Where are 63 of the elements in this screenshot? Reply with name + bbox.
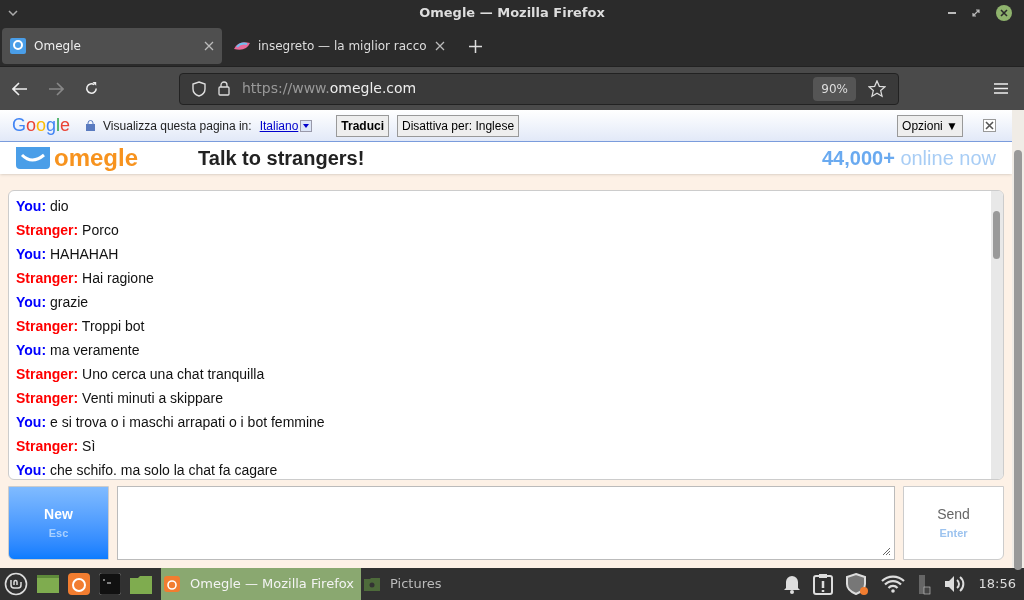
mint-menu-icon[interactable] — [4, 572, 28, 596]
terminal-icon[interactable] — [99, 573, 121, 595]
lock-icon — [86, 120, 96, 131]
desktop-icon[interactable] — [37, 574, 59, 594]
reload-icon[interactable] — [84, 81, 99, 96]
omegle-logo-text: omegle — [54, 146, 139, 170]
clock: 18:56 — [978, 575, 1016, 594]
close-tab-icon[interactable] — [204, 41, 214, 51]
firefox-icon[interactable] — [68, 573, 90, 595]
chat-message: Stranger: Venti minuti a skippare — [16, 389, 224, 408]
chat-message: Stranger: Porco — [16, 221, 120, 240]
close-icon[interactable] — [983, 119, 996, 132]
new-tab-icon[interactable] — [468, 39, 482, 53]
zoom-level-button[interactable]: 90% — [813, 76, 856, 101]
clipboard-alert-icon[interactable] — [812, 573, 833, 595]
bell-icon[interactable] — [782, 574, 801, 594]
close-icon[interactable] — [996, 5, 1012, 21]
menu-chevron-icon[interactable] — [8, 10, 18, 16]
wifi-icon[interactable] — [880, 575, 905, 593]
firefox-icon — [164, 576, 180, 592]
address-bar[interactable]: https://www.omegle.com 90% — [179, 72, 899, 105]
back-icon[interactable] — [12, 81, 28, 96]
lock-icon[interactable] — [218, 81, 230, 96]
disable-translate-button[interactable]: Disattiva per: Inglese — [397, 114, 520, 137]
browser-tab[interactable]: insegreto — la miglior racco — [226, 28, 453, 64]
bookmark-star-icon[interactable] — [868, 79, 886, 98]
google-logo: Google — [12, 114, 71, 137]
browser-tab[interactable]: Omegle — [2, 28, 222, 64]
send-button[interactable]: Send Enter — [903, 486, 1004, 560]
taskbar-window-button[interactable]: Pictures — [361, 568, 521, 600]
translate-button[interactable]: Traduci — [336, 114, 389, 137]
page-scrollbar[interactable] — [1012, 110, 1024, 568]
shield-icon[interactable] — [192, 80, 206, 97]
chat-message: You: HAHAHAH — [16, 245, 120, 264]
chat-message: You: e si trova o i maschi arrapati o i bot femmine — [16, 413, 326, 432]
dropdown-icon[interactable] — [300, 119, 313, 132]
shield-icon[interactable] — [844, 572, 869, 596]
options-button[interactable]: Opzioni ▼ — [897, 114, 963, 137]
omegle-logo-icon — [16, 147, 50, 169]
message-input[interactable] — [117, 486, 895, 560]
url-text: https://www.omegle.com — [242, 79, 417, 98]
window-title: Omegle — Mozilla Firefox — [419, 4, 605, 23]
scrollbar[interactable] — [991, 191, 1003, 479]
folder-icon[interactable] — [130, 574, 152, 594]
menu-icon[interactable] — [994, 83, 1008, 94]
chat-message: You: grazie — [16, 293, 90, 312]
chat-message: Stranger: Hai ragione — [16, 269, 155, 288]
chat-message: Stranger: Uno cerca una chat tranquilla — [16, 365, 266, 384]
tagline: Talk to strangers! — [198, 146, 365, 171]
resize-grip-icon[interactable] — [882, 547, 891, 556]
language-link[interactable]: Italiano — [259, 116, 299, 135]
online-count: 44,000+ online now — [821, 148, 996, 168]
chat-message: You: ma veramente — [16, 341, 141, 360]
translate-prompt: Visualizza questa pagina in: — [103, 117, 252, 135]
restore-icon[interactable] — [972, 9, 980, 17]
forward-icon[interactable] — [48, 81, 64, 96]
chat-message: Stranger: Troppi bot — [16, 317, 146, 336]
close-tab-icon[interactable] — [434, 41, 445, 51]
volume-icon[interactable] — [942, 574, 967, 594]
chat-message: You: che schifo. ma solo la chat fa cagare — [16, 461, 279, 479]
chat-message: You: dio — [16, 197, 70, 216]
chat-message: Stranger: Sì — [16, 437, 97, 456]
camera-folder-icon — [364, 577, 380, 591]
